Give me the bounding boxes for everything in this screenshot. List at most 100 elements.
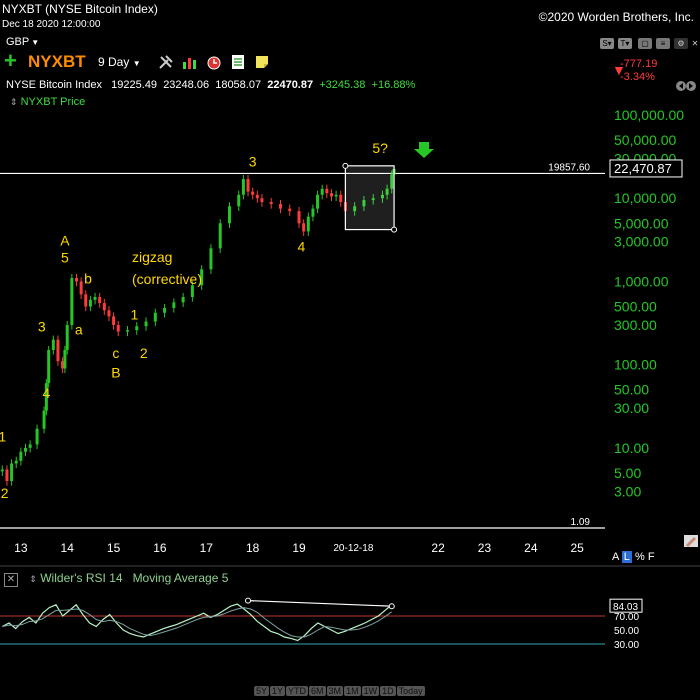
- candle-body: [241, 179, 245, 195]
- range-6m[interactable]: 6M: [309, 686, 326, 696]
- y-tick-label: 100,000.00: [614, 107, 684, 123]
- candle-body: [325, 188, 329, 194]
- candle-body: [47, 350, 51, 384]
- wave-label: 2: [1, 485, 9, 501]
- range-ytd[interactable]: YTD: [286, 686, 309, 696]
- candle-body: [98, 297, 102, 304]
- y-tick-label: 10,000.00: [614, 190, 676, 206]
- candle-body: [260, 198, 264, 203]
- rsi-y-tick-label: 50.00: [614, 626, 639, 637]
- candle-body: [320, 188, 324, 195]
- candle-body: [255, 194, 259, 199]
- candle-body: [35, 428, 39, 445]
- candle-body: [163, 307, 167, 313]
- scale-l[interactable]: L: [621, 551, 632, 563]
- candle-body: [172, 302, 176, 308]
- x-tick-label: 18: [246, 541, 260, 555]
- candle-body: [302, 223, 306, 232]
- horizontal-line-label: 19857.60: [548, 162, 590, 173]
- wave-label: 1: [131, 306, 139, 322]
- x-tick-label: 17: [200, 541, 214, 555]
- candle-body: [329, 193, 333, 197]
- rsi-y-tick-label: 30.00: [614, 640, 639, 651]
- annotation-text: zigzag: [132, 249, 172, 265]
- scale-f[interactable]: F: [648, 551, 655, 563]
- close-indicator-icon[interactable]: ✕: [4, 573, 18, 587]
- scale-a[interactable]: A: [612, 551, 619, 563]
- x-tick-label: 25: [571, 541, 585, 555]
- y-tick-label: 50,000.00: [614, 132, 676, 148]
- scale-toggle[interactable]: A L % F: [612, 551, 655, 563]
- x-tick-label: 22: [431, 541, 445, 555]
- candle-body: [306, 216, 310, 232]
- last-price-label: 22,470.87: [614, 161, 672, 176]
- range-1y[interactable]: 1Y: [270, 686, 286, 696]
- candle-body: [0, 469, 4, 472]
- range-1w[interactable]: 1W: [361, 686, 380, 696]
- range-5y[interactable]: 5Y: [254, 686, 270, 696]
- box-handle: [342, 162, 349, 169]
- drag-handle-icon: ⇕: [29, 574, 37, 584]
- x-tick-label: 16: [153, 541, 167, 555]
- wave-label: a: [75, 322, 83, 338]
- candle-body: [135, 326, 139, 331]
- candle-body: [297, 211, 301, 224]
- candle-body: [102, 303, 106, 311]
- candle-body: [269, 202, 273, 205]
- candle-body: [339, 194, 343, 203]
- y-tick-label: 5.00: [614, 465, 641, 481]
- candle-body: [107, 310, 111, 317]
- candle-body: [125, 330, 129, 332]
- range-bar: 5Y 1Y YTD 6M 3M 1M 1W 1D Today: [254, 686, 426, 696]
- y-tick-label: 100.00: [614, 357, 657, 373]
- down-arrow-icon: [414, 142, 434, 158]
- candle-body: [246, 179, 250, 192]
- wave-label: 4: [297, 238, 305, 254]
- trendline-handle: [388, 603, 395, 610]
- wave-label: B: [111, 365, 120, 381]
- candle-body: [84, 294, 88, 307]
- horizontal-line-label: 1.09: [571, 517, 591, 528]
- x-tick-label: 19: [292, 541, 306, 555]
- candle-body: [74, 278, 78, 282]
- candle-body: [19, 451, 23, 461]
- candle-body: [28, 444, 32, 448]
- candle-body: [209, 248, 213, 270]
- wave-label: b: [84, 270, 92, 286]
- candle-body: [116, 324, 120, 332]
- wave-label: c: [112, 345, 119, 361]
- candle-body: [112, 316, 116, 325]
- wave-label: 1: [0, 428, 6, 444]
- y-tick-label: 3.00: [614, 483, 641, 499]
- candle-body: [251, 191, 255, 195]
- y-tick-label: 30.00: [614, 400, 649, 416]
- candle-body: [288, 208, 292, 212]
- wave-label: 5: [61, 249, 69, 265]
- y-tick-label: 500.00: [614, 298, 657, 314]
- y-tick-label: 3,000.00: [614, 234, 669, 250]
- price-chart[interactable]: 19857.601.09 1234A5bacB12345?zigzag(corr…: [0, 0, 700, 700]
- candle-body: [70, 278, 74, 325]
- candle-body: [334, 194, 338, 197]
- candle-body: [23, 447, 27, 452]
- x-tick-label: 13: [14, 541, 28, 555]
- wave-label: 5?: [372, 140, 388, 156]
- rsi-header: ✕ ⇕ Wilder's RSI 14 Moving Average 5: [4, 571, 228, 587]
- candle-body: [42, 410, 46, 429]
- range-1m[interactable]: 1M: [344, 686, 361, 696]
- candle-body: [153, 312, 157, 322]
- candle-body: [190, 285, 194, 298]
- highlight-box: [344, 165, 395, 231]
- candle-body: [218, 223, 222, 249]
- wave-label: 3: [38, 319, 46, 335]
- candle-body: [56, 339, 60, 362]
- candle-body: [237, 194, 241, 207]
- candle-body: [88, 299, 92, 307]
- range-3m[interactable]: 3M: [326, 686, 344, 696]
- y-tick-label: 5,000.00: [614, 215, 669, 231]
- range-today[interactable]: Today: [396, 686, 425, 696]
- scale-pct[interactable]: %: [635, 551, 645, 563]
- pencil-icon[interactable]: [684, 535, 698, 547]
- range-1d[interactable]: 1D: [380, 686, 396, 696]
- candle-body: [65, 324, 69, 351]
